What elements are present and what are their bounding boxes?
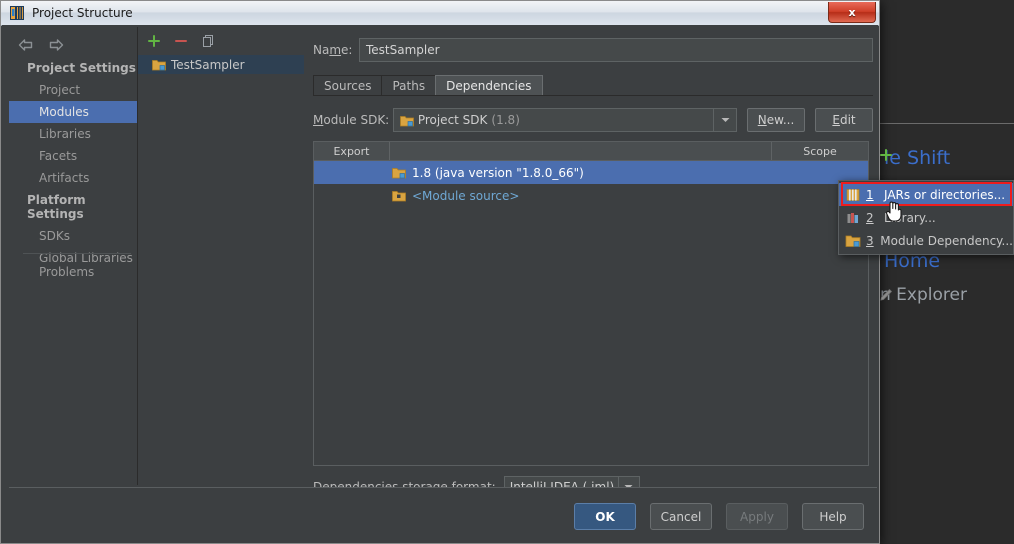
module-editor: Name: TestSampler Sources Paths Dependen… [305, 27, 893, 498]
sidebar-item-problems[interactable]: Problems [9, 261, 94, 283]
add-dependency-menu: 1 JARs or directories... 2 Library... 3 … [838, 180, 1014, 255]
sidebar-item-artifacts[interactable]: Artifacts [9, 167, 137, 189]
module-sdk-row: Module SDK: Project SDK (1.8) New... E d… [313, 107, 873, 133]
tab-dependencies[interactable]: Dependencies [435, 75, 543, 96]
tab-sources[interactable]: Sources [313, 75, 383, 96]
name-input[interactable]: TestSampler [359, 38, 873, 62]
menu-item-library[interactable]: 2 Library... [839, 206, 1013, 229]
sidebar-item-sdks[interactable]: SDKs [9, 225, 137, 247]
module-source-icon [392, 189, 406, 202]
column-header-scope[interactable]: Scope [772, 142, 868, 160]
module-tabs: Sources Paths Dependencies [313, 74, 543, 96]
module-sdk-value: Project SDK [417, 113, 488, 127]
help-button[interactable]: Help [802, 503, 864, 530]
plus-icon[interactable] [147, 34, 161, 48]
dependencies-table[interactable]: Export Scope 1.8 (java version "1.8.0_66… [313, 141, 869, 466]
sidebar-divider [23, 253, 131, 254]
project-structure-dialog: Project Structure x Project Settings Pro… [0, 0, 893, 544]
apply-button[interactable]: Apply [726, 503, 788, 530]
nav-group-project-settings: Project Settings Project Modules Librari… [9, 57, 137, 269]
menu-item-number: 2 [866, 210, 874, 225]
list-item-label: TestSampler [171, 57, 245, 72]
nav-header-platform-settings: Platform Settings [27, 193, 86, 221]
new-sdk-button[interactable]: New... [747, 108, 805, 132]
list-item[interactable]: TestSampler [138, 55, 304, 74]
menu-item-number: 1 [866, 187, 874, 202]
arrow-left-icon[interactable] [17, 37, 35, 53]
menu-item-label: Module Dependency... [880, 233, 1013, 248]
library-icon [845, 210, 861, 226]
module-sdk-version: (1.8) [491, 113, 520, 127]
dialog-titlebar[interactable]: Project Structure x [1, 1, 879, 26]
column-header-export[interactable]: Export [314, 142, 390, 160]
module-sdk-label: Module SDK: [313, 113, 390, 127]
sidebar-item-modules[interactable]: Modules [9, 101, 137, 123]
chevron-down-icon[interactable] [713, 109, 736, 131]
modules-toolbar [138, 29, 304, 53]
plus-icon[interactable] [876, 145, 896, 165]
cancel-button[interactable]: Cancel [650, 503, 712, 530]
arrow-right-icon[interactable] [47, 37, 65, 53]
settings-sidebar: Project Settings Project Modules Librari… [9, 27, 138, 485]
minus-icon[interactable] [174, 34, 188, 48]
pencil-icon[interactable] [876, 285, 896, 305]
module-sdk-select[interactable]: Project SDK (1.8) [392, 108, 737, 132]
tab-paths[interactable]: Paths [381, 75, 437, 96]
column-header-name[interactable] [390, 142, 772, 160]
sdk-folder-icon [392, 166, 406, 179]
sdk-folder-icon [399, 114, 414, 127]
hand-pointer-cursor [884, 199, 904, 223]
table-row[interactable]: <Module source> [314, 184, 868, 207]
sidebar-item-project[interactable]: Project [9, 79, 137, 101]
copy-icon[interactable] [201, 34, 215, 48]
dialog-body: Project Settings Project Modules Librari… [2, 25, 893, 543]
table-row-label: 1.8 (java version "1.8.0_66") [412, 165, 584, 180]
dialog-title: Project Structure [32, 6, 133, 20]
close-icon[interactable]: x [828, 2, 876, 23]
modules-list[interactable]: TestSampler [138, 55, 304, 485]
sidebar-item-libraries[interactable]: Libraries [9, 123, 137, 145]
sidebar-item-facets[interactable]: Facets [9, 145, 137, 167]
table-row[interactable]: 1.8 (java version "1.8.0_66") [314, 161, 868, 184]
table-row-label: <Module source> [412, 188, 520, 203]
background-divider [880, 123, 1014, 124]
menu-item-module-dependency[interactable]: 3 Module Dependency... [839, 229, 1013, 252]
name-label: Name: [313, 43, 353, 57]
jar-icon [845, 187, 861, 203]
ok-button[interactable]: OK [574, 503, 636, 530]
intellij-idea-icon [9, 5, 25, 21]
edit-sdk-button[interactable]: Edit [815, 108, 873, 132]
nav-history-buttons [17, 35, 77, 55]
table-header: Export Scope [314, 142, 868, 161]
name-row: Name: TestSampler [313, 37, 873, 63]
menu-item-jars-or-directories[interactable]: 1 JARs or directories... [839, 183, 1013, 206]
module-folder-icon [845, 233, 861, 249]
module-folder-icon [152, 58, 166, 71]
dialog-button-bar: OK Cancel Apply Help [574, 503, 864, 530]
tab-underline [313, 95, 873, 96]
modules-panel: TestSampler [138, 27, 304, 485]
nav-header-project-settings: Project Settings [27, 61, 136, 75]
menu-item-number: 3 [866, 233, 874, 248]
